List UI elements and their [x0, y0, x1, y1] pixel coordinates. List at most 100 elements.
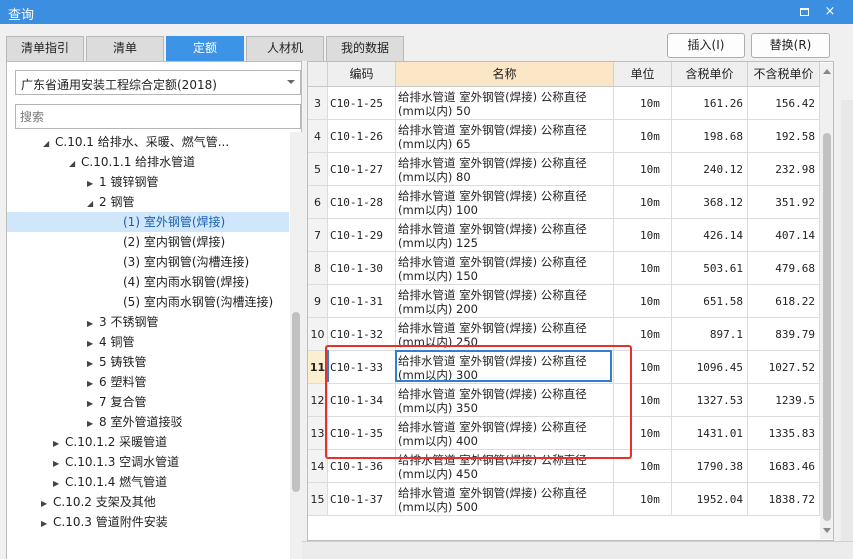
replace-button[interactable]: 替换(R) — [751, 33, 830, 58]
price-tax-cell[interactable]: 1952.04 — [672, 483, 748, 516]
tree-node[interactable]: (5) 室内雨水钢管(沟槽连接) — [111, 292, 273, 312]
expand-arrow-icon[interactable]: ▶ — [41, 494, 53, 514]
search-input[interactable] — [15, 104, 301, 129]
unit-cell[interactable]: 10m — [614, 186, 672, 219]
unit-cell[interactable]: 10m — [614, 87, 672, 120]
price-tax-cell[interactable]: 1096.45 — [672, 351, 748, 384]
name-cell[interactable]: 给排水管道 室外钢管(焊接) 公称直径 (mm以内) 80 — [396, 153, 614, 186]
tree-scrollbar[interactable] — [290, 132, 302, 559]
row-number[interactable]: 13 — [308, 417, 328, 450]
tree-node[interactable]: ▶ 7 复合管 — [87, 392, 146, 412]
expand-arrow-icon[interactable]: ▶ — [87, 174, 99, 194]
unit-cell[interactable]: 10m — [614, 285, 672, 318]
name-cell[interactable]: 给排水管道 室外钢管(焊接) 公称直径 (mm以内) 500 — [396, 483, 614, 516]
table-scrollbar[interactable] — [820, 63, 833, 539]
tree-node[interactable]: ▶ 1 镀锌钢管 — [87, 172, 158, 192]
tree-node[interactable]: ▶ C.10.1.4 燃气管道 — [53, 472, 167, 492]
row-number[interactable]: 15 — [308, 483, 328, 516]
row-number[interactable]: 6 — [308, 186, 328, 219]
price-notax-cell[interactable]: 351.92 — [748, 186, 820, 219]
table-scrollbar-thumb[interactable] — [823, 133, 831, 521]
tab-bill[interactable]: 清单 — [86, 36, 164, 61]
price-notax-cell[interactable]: 1027.52 — [748, 351, 820, 384]
tree-node[interactable]: ▶ 3 不锈钢管 — [87, 312, 158, 332]
tree-scrollbar-thumb[interactable] — [292, 312, 300, 492]
tree-node[interactable]: ▶ 5 铸铁管 — [87, 352, 146, 372]
price-tax-cell[interactable]: 240.12 — [672, 153, 748, 186]
expand-arrow-icon[interactable]: ▶ — [87, 394, 99, 414]
tree-node[interactable]: ▶ 6 塑料管 — [87, 372, 146, 392]
price-notax-cell[interactable]: 839.79 — [748, 318, 820, 351]
price-notax-cell[interactable]: 1335.83 — [748, 417, 820, 450]
code-cell[interactable]: C10-1-36 — [328, 450, 396, 483]
name-cell[interactable]: 给排水管道 室外钢管(焊接) 公称直径 (mm以内) 50 — [396, 87, 614, 120]
price-tax-cell[interactable]: 651.58 — [672, 285, 748, 318]
name-cell[interactable]: 给排水管道 室外钢管(焊接) 公称直径 (mm以内) 350 — [396, 384, 614, 417]
header-unit[interactable]: 单位 — [614, 62, 672, 87]
unit-cell[interactable]: 10m — [614, 252, 672, 285]
unit-cell[interactable]: 10m — [614, 483, 672, 516]
code-cell[interactable]: C10-1-30 — [328, 252, 396, 285]
row-number[interactable]: 7 — [308, 219, 328, 252]
unit-cell[interactable]: 10m — [614, 417, 672, 450]
tree-node[interactable]: ▶ 4 铜管 — [87, 332, 134, 352]
tree-node[interactable]: ◢ C.10.1 给排水、采暖、燃气管... — [43, 132, 229, 152]
name-cell[interactable]: 给排水管道 室外钢管(焊接) 公称直径 (mm以内) 100 — [396, 186, 614, 219]
tree-node[interactable]: (1) 室外钢管(焊接) — [7, 212, 289, 232]
price-notax-cell[interactable]: 192.58 — [748, 120, 820, 153]
expand-arrow-icon[interactable]: ▶ — [87, 314, 99, 334]
tree-node[interactable]: (4) 室内雨水钢管(焊接) — [111, 272, 249, 292]
tab-my-data[interactable]: 我的数据 — [326, 36, 404, 61]
row-number[interactable]: 5 — [308, 153, 328, 186]
code-cell[interactable]: C10-1-33 — [328, 351, 396, 384]
row-number[interactable]: 9 — [308, 285, 328, 318]
code-cell[interactable]: C10-1-25 — [328, 87, 396, 120]
tree-node[interactable]: ▶ C.10.1.3 空调水管道 — [53, 452, 179, 472]
tree-node[interactable]: ▶ C.10.3 管道附件安装 — [41, 512, 168, 532]
insert-button[interactable]: 插入(I) — [667, 33, 745, 58]
price-notax-cell[interactable]: 407.14 — [748, 219, 820, 252]
scroll-up-icon[interactable] — [823, 69, 831, 74]
row-number[interactable]: 11 — [308, 351, 328, 384]
expand-arrow-icon[interactable]: ▶ — [53, 434, 65, 454]
code-cell[interactable]: C10-1-29 — [328, 219, 396, 252]
tree-node[interactable]: ▶ C.10.1.2 采暖管道 — [53, 432, 167, 452]
tree-node[interactable]: ◢ C.10.1.1 给排水管道 — [69, 152, 195, 172]
name-cell[interactable]: 给排水管道 室外钢管(焊接) 公称直径 (mm以内) 150 — [396, 252, 614, 285]
unit-cell[interactable]: 10m — [614, 153, 672, 186]
code-cell[interactable]: C10-1-28 — [328, 186, 396, 219]
price-tax-cell[interactable]: 161.26 — [672, 87, 748, 120]
header-price-notax[interactable]: 不含税单价 — [748, 62, 820, 87]
price-tax-cell[interactable]: 1327.53 — [672, 384, 748, 417]
code-cell[interactable]: C10-1-35 — [328, 417, 396, 450]
expand-arrow-icon[interactable]: ▶ — [87, 334, 99, 354]
unit-cell[interactable]: 10m — [614, 318, 672, 351]
name-cell[interactable]: 给排水管道 室外钢管(焊接) 公称直径 (mm以内) 300 — [396, 351, 614, 384]
tree-node[interactable]: ◢ 2 钢管 — [87, 192, 134, 212]
expand-arrow-icon[interactable]: ▶ — [87, 354, 99, 374]
expand-arrow-icon[interactable]: ▶ — [87, 374, 99, 394]
maximize-icon[interactable] — [794, 2, 814, 22]
code-cell[interactable]: C10-1-31 — [328, 285, 396, 318]
name-cell[interactable]: 给排水管道 室外钢管(焊接) 公称直径 (mm以内) 400 — [396, 417, 614, 450]
collapse-arrow-icon[interactable]: ◢ — [69, 154, 81, 174]
unit-cell[interactable]: 10m — [614, 351, 672, 384]
price-notax-cell[interactable]: 618.22 — [748, 285, 820, 318]
price-notax-cell[interactable]: 232.98 — [748, 153, 820, 186]
code-cell[interactable]: C10-1-32 — [328, 318, 396, 351]
expand-arrow-icon[interactable]: ▶ — [41, 514, 53, 534]
tab-quota[interactable]: 定额 — [166, 36, 244, 61]
price-notax-cell[interactable]: 1838.72 — [748, 483, 820, 516]
code-cell[interactable]: C10-1-37 — [328, 483, 396, 516]
name-cell[interactable]: 给排水管道 室外钢管(焊接) 公称直径 (mm以内) 250 — [396, 318, 614, 351]
unit-cell[interactable]: 10m — [614, 450, 672, 483]
price-notax-cell[interactable]: 156.42 — [748, 87, 820, 120]
code-cell[interactable]: C10-1-26 — [328, 120, 396, 153]
header-code[interactable]: 编码 — [328, 62, 396, 87]
expand-arrow-icon[interactable]: ▶ — [53, 474, 65, 494]
tab-labor-material-machine[interactable]: 人材机 — [246, 36, 324, 61]
collapse-arrow-icon[interactable]: ◢ — [43, 134, 55, 154]
name-cell[interactable]: 给排水管道 室外钢管(焊接) 公称直径 (mm以内) 450 — [396, 450, 614, 483]
price-tax-cell[interactable]: 503.61 — [672, 252, 748, 285]
row-number[interactable]: 3 — [308, 87, 328, 120]
